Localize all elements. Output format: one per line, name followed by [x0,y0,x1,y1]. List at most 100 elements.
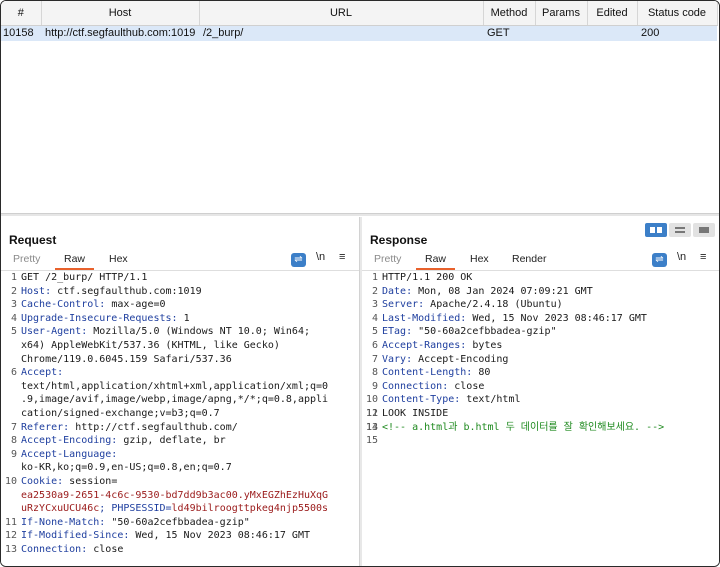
code-line: 2 Date: Mon, 08 Jan 2024 07:09:21 GMT [362,285,719,299]
cell-method: GET [483,25,535,41]
cell-edited [587,25,637,41]
col-number[interactable]: # [1,1,42,26]
cell-host: http://ctf.segfaulthub.com:1019 [41,25,199,41]
col-edited[interactable]: Edited [587,1,638,26]
code-line: 1 HTTP/1.1 200 OK [362,271,719,285]
pane-splitter[interactable] [1,213,719,216]
line-number: 15 [365,435,378,447]
header-name: Server: [382,299,425,311]
col-status-code[interactable]: Status code [637,1,718,26]
html-comment: <!-- a.html과 b.html 두 데이터를 잘 확인해보세요. --> [382,421,665,433]
header-value: Mon, 08 Jan 2024 07:09:21 GMT [412,285,593,297]
header-name: Host: [21,285,52,297]
line-number: 4 [10,312,17,324]
tab-hex[interactable]: Hex [109,253,128,265]
header-name: Upgrade-Insecure-Requests: [21,312,178,324]
http-history-table: # Host URL Method Params Edited Status c… [1,1,719,215]
wrapped-line: Chrome/119.0.6045.159 Safari/537.36 [21,353,232,365]
menu-icon[interactable]: ≡ [700,251,706,263]
header-value: session= [63,475,118,487]
request-editor[interactable]: 1 GET /2_burp/ HTTP/1.1 2 Host: ctf.segfaul… [1,270,359,566]
code-line: 12 If-Modified-Since: Wed, 15 Nov 2023 08… [1,529,359,543]
cookie-line: uRzYCxuUCU46c; PHPSESSID=ld49bilroogttpk… [1,502,359,516]
line-number: 1 [371,272,378,283]
col-params[interactable]: Params [535,1,588,26]
line-number: 7 [371,353,378,365]
cell-url: /2_burp/ [199,25,483,41]
tab-pretty[interactable]: Pretty [374,253,401,265]
code-line: 10 Cookie: session= [1,475,359,489]
table-row[interactable]: 10158 http://ctf.segfaulthub.com:1019 /2… [1,25,717,41]
col-url[interactable]: URL [199,1,484,26]
line-number: 13 [4,543,17,555]
tab-raw[interactable]: Raw [54,253,95,270]
code-line: 5 User-Agent: Mozilla/5.0 (Windows NT 10.… [1,325,359,339]
line-number: 2 [10,285,17,297]
code-line: 8 Content-Length: 80 [362,366,719,380]
line-number: 6 [10,367,17,379]
header-value: ctf.segfaulthub.com:1019 [51,285,202,297]
line-number: 2 [371,285,378,297]
wrapped-line: x64) AppleWebKit/537.36 (KHTML, like Gec… [21,339,280,351]
layout-toggle [645,223,715,237]
response-pane: Response Pretty Raw Hex Render ⇌ \n ≡ 1H… [362,217,719,566]
code-line: 1 GET /2_burp/ HTTP/1.1 [1,271,359,285]
header-value: Wed, 15 Nov 2023 08:46:17 GMT [466,312,647,324]
code-line: 7 Vary: Accept-Encoding [362,353,719,367]
code-line: 7 Referer: http://ctf.segfaulthub.com/ [1,421,359,435]
tab-hex[interactable]: Hex [470,253,489,265]
line-number: 12 [365,407,378,419]
code-line: 10 Content-Type: text/html [362,393,719,407]
col-host[interactable]: Host [41,1,200,26]
code-line: 13 Connection: close [1,543,359,557]
header-value: gzip, deflate, br [117,435,226,447]
header-value: bytes [466,339,503,351]
cookie-value: ld49bilroogttpkeg4njp5500s [171,503,329,515]
line-number: 3 [10,299,17,311]
cookie-name: ; PHPSESSID= [99,503,172,515]
header-value: close [448,380,485,392]
header-name: Accept-Ranges: [382,339,467,351]
header-value: "50-60a2cefbbadea-gzip" [105,516,250,528]
col-method[interactable]: Method [483,1,536,26]
wrapped-line: .9,image/avif,image/webp,image/apng,*/*;… [21,394,329,406]
line-number: 3 [371,299,378,311]
newline-icon[interactable]: \n [316,251,325,263]
header-name: If-None-Match: [21,516,106,528]
code-line: 14 <!-- a.html과 b.html 두 데이터를 잘 확인해보세요. -… [362,421,719,435]
response-editor[interactable]: 1 HTTP/1.1 200 OK 2 Date: Mon, 08 Jan 2024 … [362,270,719,566]
header-name: Connection: [382,380,449,392]
header-name: Accept-Encoding: [21,435,118,447]
split-horizontal-icon[interactable] [645,223,667,237]
cell-params [535,25,587,41]
header-value: Wed, 15 Nov 2023 08:46:17 GMT [129,530,310,542]
menu-icon[interactable]: ≡ [339,251,345,263]
code-line: 6 Accept: [1,366,359,380]
header-name: Vary: [382,353,413,365]
wrap-lines-icon[interactable]: ⇌ [291,253,306,267]
code-line: 6 Accept-Ranges: bytes [362,339,719,353]
newline-icon[interactable]: \n [677,251,686,263]
wrapped-line: cation/signed-exchange;v=b3;q=0.7 [21,407,220,419]
line-number: 1 [10,272,17,283]
code-line: 3 Cache-Control: max-age=0 [1,298,359,312]
header-name: If-Modified-Since: [21,530,130,542]
header-value: 1 [177,312,190,324]
header-value: max-age=0 [105,299,166,311]
split-vertical-icon[interactable] [669,223,691,237]
cookie-value: uRzYCxuUCU46c [21,503,100,515]
line-number: 10 [4,475,17,487]
header-value: Mozilla/5.0 (Windows NT 10.0; Win64; [87,326,310,338]
tab-pretty[interactable]: Pretty [13,253,40,265]
line-number: 9 [371,380,378,392]
tab-render[interactable]: Render [512,253,546,265]
tabs-icon[interactable] [693,223,715,237]
wrapped-line: ko-KR,ko;q=0.9,en-US;q=0.8,en;q=0.7 [21,462,232,474]
line-number: 6 [371,339,378,351]
wrap-lines-icon[interactable]: ⇌ [652,253,667,267]
header-value: close [87,543,124,555]
wrapped-line: text/html,application/xhtml+xml,applicat… [21,380,329,392]
code-line: 8 Accept-Encoding: gzip, deflate, br [1,434,359,448]
request-pane: Request Pretty Raw Hex ⇌ \n ≡ 1 GET /2_bu… [1,217,359,566]
tab-raw[interactable]: Raw [415,253,456,270]
